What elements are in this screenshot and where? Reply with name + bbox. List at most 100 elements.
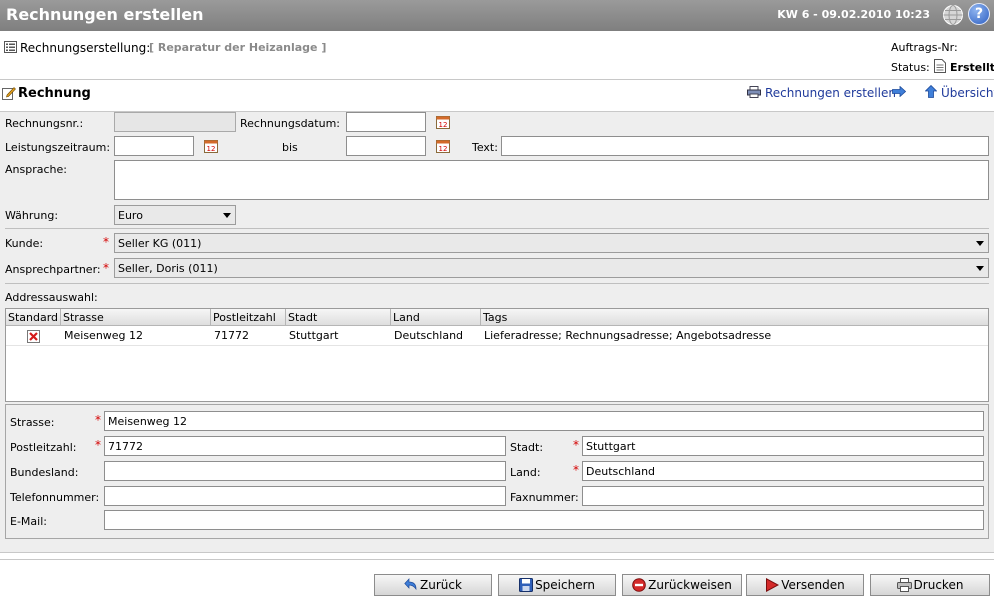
calendar-icon[interactable]: 12 bbox=[436, 139, 450, 153]
week-date-display: KW 6 - 09.02.2010 10:23 bbox=[777, 8, 930, 21]
invoice-date-value bbox=[347, 113, 425, 117]
column-header-standard[interactable]: Standard bbox=[6, 309, 61, 326]
calendar-icon[interactable]: 12 bbox=[436, 115, 450, 129]
edit-icon bbox=[2, 87, 16, 100]
status-value: Erstellt bbox=[950, 61, 994, 74]
phone-field[interactable] bbox=[104, 486, 506, 506]
fax-label: Faxnummer: bbox=[510, 491, 579, 504]
invoice-date-field[interactable] bbox=[346, 112, 426, 132]
overview-link[interactable]: Übersicht bbox=[941, 86, 994, 100]
globe-icon[interactable] bbox=[942, 4, 964, 26]
street-field[interactable]: Meisenweg 12 bbox=[104, 411, 984, 431]
invoice-number-label: Rechnungsnr.: bbox=[5, 117, 84, 130]
currency-select[interactable]: Euro bbox=[114, 205, 236, 225]
required-marker: * bbox=[573, 463, 579, 477]
delete-icon[interactable] bbox=[27, 330, 40, 343]
reject-button[interactable]: Zurückweisen bbox=[622, 574, 742, 596]
column-header-tags[interactable]: Tags bbox=[481, 309, 988, 326]
period-from-field[interactable] bbox=[114, 136, 194, 156]
fax-field[interactable] bbox=[582, 486, 984, 506]
save-button[interactable]: Speichern bbox=[498, 574, 616, 596]
floppy-disk-icon bbox=[519, 578, 534, 592]
svg-text:12: 12 bbox=[207, 145, 216, 153]
service-period-label: Leistungszeitraum: bbox=[5, 141, 111, 154]
salutation-textarea[interactable] bbox=[114, 160, 989, 200]
street-value: Meisenweg 12 bbox=[108, 415, 188, 428]
street-label: Strasse: bbox=[10, 416, 55, 429]
country-field[interactable]: Deutschland bbox=[582, 461, 984, 481]
printer-stack-icon bbox=[747, 86, 761, 98]
email-field[interactable] bbox=[104, 510, 984, 530]
send-button-label: Versenden bbox=[781, 578, 845, 592]
invoice-number-value bbox=[115, 113, 235, 117]
back-button-label: Zurück bbox=[420, 578, 462, 592]
customer-label: Kunde: bbox=[5, 237, 44, 250]
column-header-street[interactable]: Strasse bbox=[61, 309, 211, 326]
info-subject: [ Reparatur der Heizanlage ] bbox=[149, 41, 327, 54]
salutation-label: Ansprache: bbox=[5, 163, 67, 176]
required-marker: * bbox=[103, 261, 109, 275]
chevron-down-icon bbox=[976, 266, 984, 271]
invoice-date-label: Rechnungsdatum: bbox=[240, 117, 340, 130]
period-to-field[interactable] bbox=[346, 136, 426, 156]
divider bbox=[0, 79, 994, 80]
contact-value: Seller, Doris (011) bbox=[118, 262, 218, 275]
order-number-label: Auftrags-Nr: bbox=[891, 41, 958, 54]
cell-street: Meisenweg 12 bbox=[64, 329, 144, 342]
status-label: Status: bbox=[891, 61, 930, 74]
print-button-label: Drucken bbox=[913, 578, 964, 592]
period-from-value bbox=[115, 137, 193, 141]
zip-value: 71772 bbox=[108, 440, 143, 453]
contact-select[interactable]: Seller, Doris (011) bbox=[114, 258, 989, 278]
zip-label: Postleitzahl: bbox=[10, 441, 77, 454]
printer-icon bbox=[896, 578, 912, 592]
reject-button-label: Zurückweisen bbox=[648, 578, 732, 592]
email-label: E-Mail: bbox=[10, 515, 47, 528]
customer-select[interactable]: Seller KG (011) bbox=[114, 233, 989, 253]
print-button[interactable]: Drucken bbox=[870, 574, 990, 596]
customer-value: Seller KG (011) bbox=[118, 237, 202, 250]
save-button-label: Speichern bbox=[535, 578, 595, 592]
chevron-down-icon bbox=[976, 241, 984, 246]
text-value bbox=[502, 137, 988, 141]
arrow-up-icon[interactable] bbox=[925, 85, 937, 98]
calendar-icon[interactable]: 12 bbox=[204, 139, 218, 153]
app-title: Rechnungen erstellen bbox=[6, 5, 204, 24]
back-button[interactable]: Zurück bbox=[374, 574, 492, 596]
contact-label: Ansprechpartner: bbox=[5, 263, 101, 276]
column-header-city[interactable]: Stadt bbox=[286, 309, 391, 326]
city-value: Stuttgart bbox=[586, 440, 636, 453]
divider bbox=[5, 283, 989, 284]
cell-tags: Lieferadresse; Rechnungsadresse; Angebot… bbox=[484, 329, 772, 342]
help-icon[interactable]: ? bbox=[968, 3, 990, 25]
text-label: Text: bbox=[472, 141, 498, 154]
column-header-country[interactable]: Land bbox=[391, 309, 481, 326]
phone-label: Telefonnummer: bbox=[10, 491, 100, 504]
svg-text:12: 12 bbox=[439, 121, 448, 129]
info-label: Rechnungserstellung: bbox=[20, 41, 151, 55]
zip-field[interactable]: 71772 bbox=[104, 436, 506, 456]
address-table[interactable]: Standard Strasse Postleitzahl Stadt Land… bbox=[5, 308, 989, 402]
cell-city: Stuttgart bbox=[289, 329, 339, 342]
arrow-right-icon[interactable] bbox=[892, 86, 906, 97]
required-marker: * bbox=[103, 235, 109, 249]
state-field[interactable] bbox=[104, 461, 506, 481]
divider bbox=[5, 228, 989, 229]
period-to-value bbox=[347, 137, 425, 141]
city-field[interactable]: Stuttgart bbox=[582, 436, 984, 456]
column-header-zip[interactable]: Postleitzahl bbox=[211, 309, 286, 326]
required-marker: * bbox=[573, 438, 579, 452]
list-icon bbox=[4, 41, 17, 53]
play-icon bbox=[766, 578, 780, 592]
state-label: Bundesland: bbox=[10, 466, 79, 479]
stop-icon bbox=[632, 578, 646, 592]
salutation-value bbox=[115, 161, 988, 165]
create-invoices-link[interactable]: Rechnungen erstellen bbox=[765, 86, 896, 100]
text-field[interactable] bbox=[501, 136, 989, 156]
address-selection-label: Addressauswahl: bbox=[5, 291, 98, 304]
svg-text:12: 12 bbox=[439, 145, 448, 153]
chevron-down-icon bbox=[223, 213, 231, 218]
send-button[interactable]: Versenden bbox=[746, 574, 864, 596]
invoice-number-field bbox=[114, 112, 236, 132]
cell-country: Deutschland bbox=[394, 329, 464, 342]
